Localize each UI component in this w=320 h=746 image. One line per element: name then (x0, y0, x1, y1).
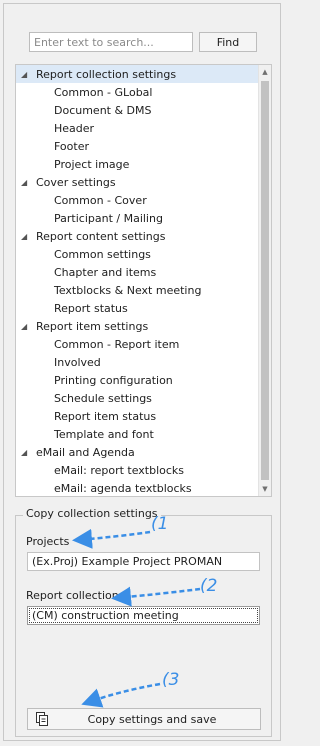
tree-item[interactable]: Header (16, 119, 258, 137)
tree-category-label: Cover settings (36, 175, 116, 189)
tree-category-label: Report content settings (36, 229, 166, 243)
copy-button-label: Copy settings and save (87, 712, 217, 726)
tree-item-label: Project image (54, 157, 130, 171)
tree-item[interactable]: Textblocks & Next meeting (16, 281, 258, 299)
projects-field[interactable]: (Ex.Proj) Example Project PROMAN (27, 552, 260, 571)
tree-item[interactable]: Schedule settings (16, 389, 258, 407)
tree-item[interactable]: Report item status (16, 407, 258, 425)
tree-item-label: eMail: agenda textblocks (54, 481, 192, 495)
tree-item-label: Footer (54, 139, 89, 153)
report-collections-label: Report collections (26, 589, 125, 602)
tree-item[interactable]: Common - Cover (16, 191, 258, 209)
tree-item-label: Participant / Mailing (54, 211, 163, 225)
tree-item-label: Common settings (54, 247, 151, 261)
tree-item[interactable]: Common settings (16, 245, 258, 263)
tree-category-label: Report item settings (36, 319, 149, 333)
scroll-thumb[interactable] (261, 81, 269, 480)
tree-item[interactable]: Printing configuration (16, 371, 258, 389)
tree-item[interactable]: eMail: report textblocks (16, 461, 258, 479)
settings-tree: ◢ Report collection settings Common - GLob… (15, 64, 272, 497)
tree-item-label: Involved (54, 355, 101, 369)
tree-category[interactable]: ◢ Report item settings (16, 317, 258, 335)
tree-scrollbar[interactable]: ▲ ▼ (258, 65, 271, 496)
callout-2: (2 (200, 576, 218, 596)
tree-item-label: Report item status (54, 409, 157, 423)
tree-category[interactable]: ◢ Cover settings (16, 173, 258, 191)
tree-item-label: Common - GLobal (54, 85, 153, 99)
tree-item[interactable]: Involved (16, 353, 258, 371)
tree-category[interactable]: ◢ Report collection settings (16, 65, 258, 83)
groupbox-title: Copy collection settings (23, 507, 161, 520)
collapse-caret-icon[interactable]: ◢ (21, 322, 31, 331)
tree-item[interactable]: Template and font (16, 425, 258, 443)
tree-item-label: Document & DMS (54, 103, 152, 117)
tree-item[interactable]: Common - GLobal (16, 83, 258, 101)
tree-item-label: Common - Cover (54, 193, 147, 207)
tree-item[interactable]: Chapter and items (16, 263, 258, 281)
tree-list: ◢ Report collection settings Common - GLob… (16, 65, 258, 496)
tree-category[interactable]: ◢ Report content settings (16, 227, 258, 245)
report-collections-field[interactable]: (CM) construction meeting (27, 606, 260, 625)
tree-item[interactable]: Report status (16, 299, 258, 317)
callout-3: (3 (162, 670, 180, 690)
tree-item-label: Template and font (54, 427, 154, 441)
tree-category-label: Report collection settings (36, 67, 177, 81)
tree-item-label: Header (54, 121, 95, 135)
tree-item-label: Schedule settings (54, 391, 152, 405)
collapse-caret-icon[interactable]: ◢ (21, 70, 31, 79)
tree-category-label: eMail and Agenda (36, 445, 135, 459)
tree-item-label: Common - Report item (54, 337, 180, 351)
tree-item[interactable]: eMail: agenda textblocks (16, 479, 258, 496)
copy-settings-button[interactable]: Copy settings and save (27, 708, 261, 730)
tree-item-label: Textblocks & Next meeting (54, 283, 202, 297)
projects-label: Projects (26, 535, 70, 548)
collapse-caret-icon[interactable]: ◢ (21, 232, 31, 241)
collapse-caret-icon[interactable]: ◢ (21, 178, 31, 187)
find-button[interactable]: Find (199, 32, 257, 52)
collapse-caret-icon[interactable]: ◢ (21, 448, 31, 457)
tree-item[interactable]: Participant / Mailing (16, 209, 258, 227)
copy-icon (36, 712, 48, 726)
tree-item-label: Chapter and items (54, 265, 157, 279)
tree-category[interactable]: ◢ eMail and Agenda (16, 443, 258, 461)
callout-1: (1 (151, 514, 169, 534)
tree-item[interactable]: Common - Report item (16, 335, 258, 353)
scroll-down-arrow-icon[interactable]: ▼ (259, 485, 271, 493)
tree-item[interactable]: Footer (16, 137, 258, 155)
tree-item-label: eMail: report textblocks (54, 463, 185, 477)
tree-item-label: Printing configuration (54, 373, 173, 387)
search-input[interactable] (29, 32, 193, 52)
scroll-up-arrow-icon[interactable]: ▲ (259, 68, 271, 76)
tree-item[interactable]: Document & DMS (16, 101, 258, 119)
tree-item-label: Report status (54, 301, 128, 315)
copy-settings-groupbox (15, 515, 272, 737)
tree-item[interactable]: Project image (16, 155, 258, 173)
